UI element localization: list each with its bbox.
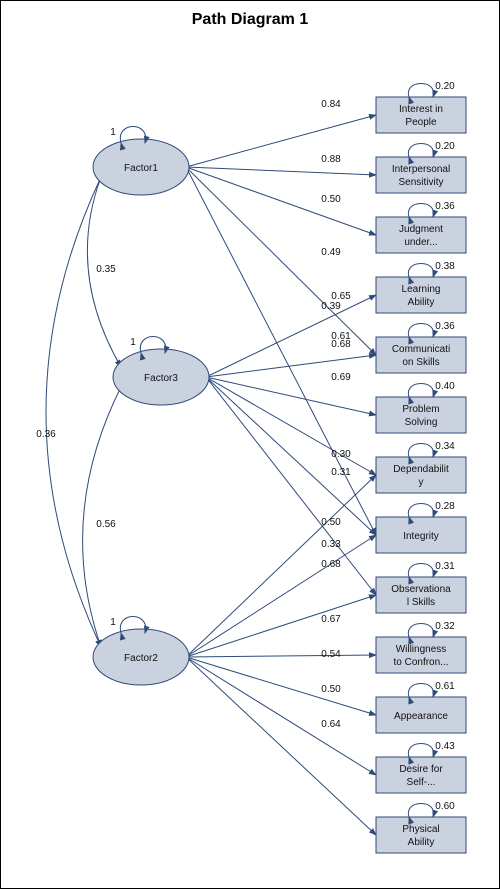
error-variance: 0.34: [435, 441, 455, 452]
error-variance: 0.40: [435, 381, 455, 392]
error-variance: 0.20: [435, 141, 455, 152]
loading-value: 0.39: [321, 301, 341, 312]
loading-value: 0.50: [321, 517, 341, 528]
loading-value: 0.31: [331, 467, 351, 478]
error-variance: 0.43: [435, 741, 455, 752]
factor-variance: 1: [110, 127, 116, 138]
observed-label: Self-...: [407, 777, 436, 788]
covariance-value: 0.56: [96, 519, 116, 530]
observed-label: to Confron...: [393, 657, 448, 668]
error-variance: 0.61: [435, 681, 455, 692]
loading-value: 0.65: [331, 291, 351, 302]
observed-label: Willingness: [396, 644, 447, 655]
loading-value: 0.33: [321, 539, 341, 550]
observed-label: Observationa: [391, 584, 451, 595]
loading-value: 0.54: [321, 649, 341, 660]
factor-label: Factor2: [124, 653, 158, 664]
observed-label: Learning: [402, 284, 441, 295]
factor-label: Factor1: [124, 163, 158, 174]
observed-label: Communicati: [392, 344, 450, 355]
observed-label: Interest in: [399, 104, 443, 115]
error-variance: 0.31: [435, 561, 455, 572]
observed-label: Solving: [405, 417, 438, 428]
error-variance: 0.36: [435, 321, 455, 332]
observed-label: under...: [404, 237, 437, 248]
loading-value: 0.50: [321, 684, 341, 695]
observed-label: Interpersonal: [392, 164, 450, 175]
observed-label: y: [419, 477, 424, 488]
diagram-frame: Path Diagram 1 Factor1 Factor3 Factor2 Inte…: [0, 0, 500, 889]
error-variance: 0.60: [435, 801, 455, 812]
observed-label: Integrity: [403, 531, 439, 542]
error-variance: 0.20: [435, 81, 455, 92]
loading-value: 0.50: [321, 194, 341, 205]
observed-label: Sensitivity: [398, 177, 443, 188]
observed-label: Ability: [408, 837, 435, 848]
covariance-value: 0.36: [36, 429, 56, 440]
error-variance: 0.28: [435, 501, 455, 512]
loading-value: 0.68: [321, 559, 341, 570]
path-diagram-svg: Factor1 Factor3 Factor2 Interest in People In…: [1, 37, 499, 889]
loading-value: 0.30: [331, 449, 351, 460]
observed-label: Desire for: [399, 764, 443, 775]
observed-label: Appearance: [394, 711, 448, 722]
factor-label: Factor3: [144, 373, 178, 384]
observed-label: Ability: [408, 297, 435, 308]
covariance-value: 0.35: [96, 264, 116, 275]
factor-variance: 1: [110, 617, 116, 628]
diagram-title: Path Diagram 1: [1, 1, 499, 35]
observed-label: Judgment: [399, 224, 443, 235]
factor-variance: 1: [130, 337, 136, 348]
observed-label: Physical: [402, 824, 439, 835]
observed-label: on Skills: [402, 357, 439, 368]
observed-label: l Skills: [407, 597, 435, 608]
loading-value: 0.67: [321, 614, 341, 625]
observed-label: Dependabilit: [393, 464, 449, 475]
observed-label: Problem: [402, 404, 439, 415]
loading-value: 0.88: [321, 154, 341, 165]
loading-value: 0.69: [331, 372, 351, 383]
error-variance: 0.38: [435, 261, 455, 272]
loading-value: 0.49: [321, 247, 341, 258]
error-variance: 0.32: [435, 621, 455, 632]
loading-value: 0.84: [321, 99, 341, 110]
error-variance: 0.36: [435, 201, 455, 212]
observed-label: People: [405, 117, 437, 128]
loading-value: 0.64: [321, 719, 341, 730]
loading-value: 0.68: [331, 339, 351, 350]
